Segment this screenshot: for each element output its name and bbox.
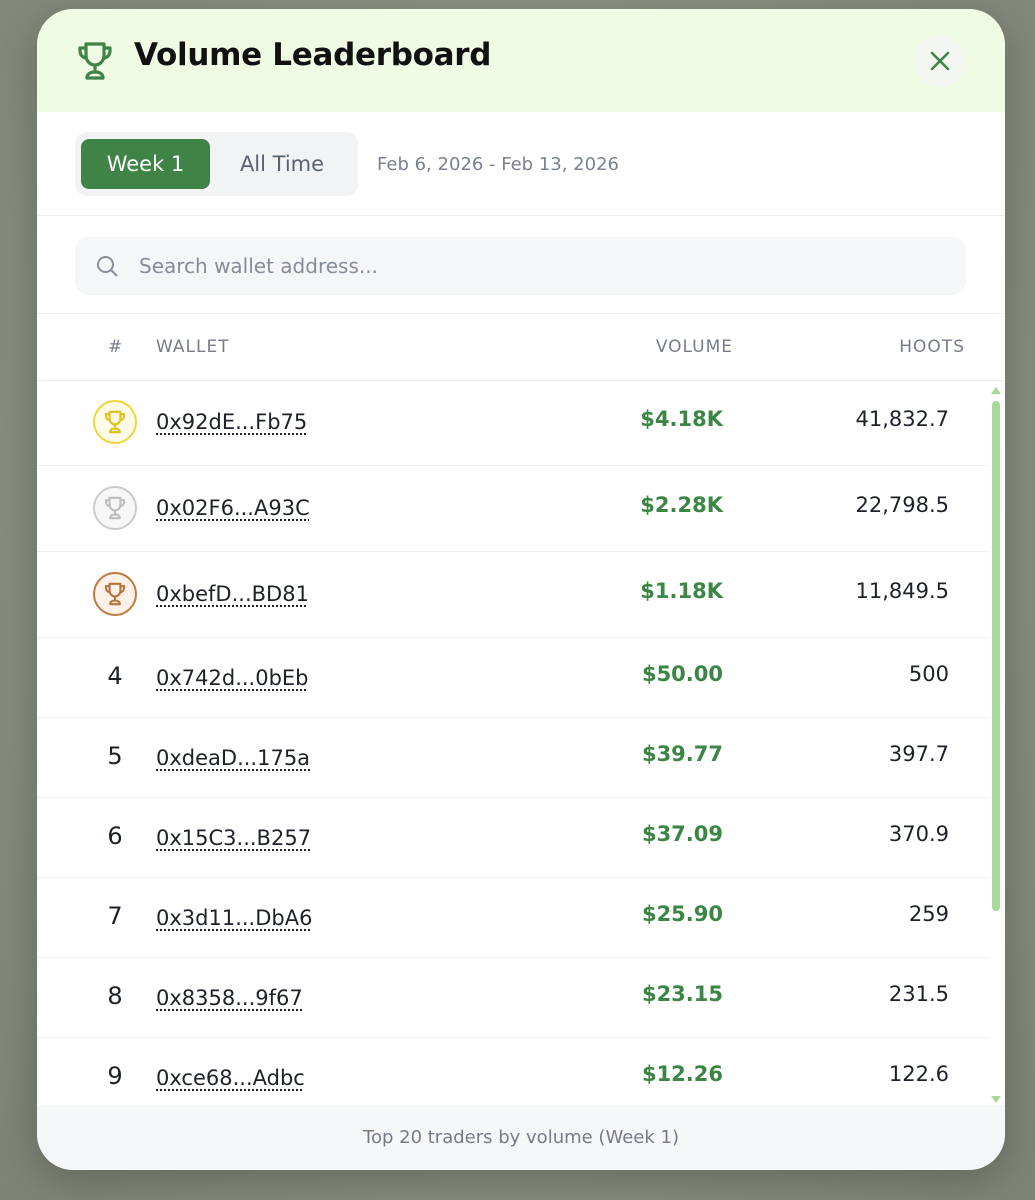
table-row[interactable]: 5 0xdeaD...175a $39.77 397.7 — [37, 718, 987, 798]
wallet-address-link[interactable]: 0xdeaD...175a — [156, 746, 310, 770]
scrollbar-thumb[interactable] — [992, 401, 1000, 911]
scrollbar[interactable] — [989, 387, 1003, 1103]
table-row[interactable]: 8 0x8358...9f67 $23.15 231.5 — [37, 958, 987, 1038]
hoots-value: 22,798.5 — [855, 493, 949, 517]
date-range: Feb 6, 2026 - Feb 13, 2026 — [377, 154, 619, 175]
hoots-value: 231.5 — [888, 982, 949, 1006]
rank-number: 7 — [107, 902, 123, 930]
hoots-value: 500 — [908, 662, 949, 686]
leaderboard-modal: Volume Leaderboard Week 1 All Time Feb 6… — [37, 9, 1005, 1170]
volume-value: $2.28K — [640, 493, 723, 517]
close-icon — [930, 51, 950, 71]
table-row[interactable]: 7 0x3d11...DbA6 $25.90 259 — [37, 878, 987, 958]
hoots-value: 397.7 — [888, 742, 949, 766]
rank-number: 8 — [107, 982, 123, 1010]
table-row[interactable]: 0x02F6...A93C $2.28K 22,798.5 — [37, 466, 987, 552]
bronze-medal-icon — [93, 572, 137, 616]
period-selector-row: Week 1 All Time Feb 6, 2026 - Feb 13, 20… — [37, 112, 1005, 216]
scroll-down-arrow-icon[interactable] — [991, 1096, 1001, 1103]
tab-all-time[interactable]: All Time — [212, 139, 352, 189]
search-input[interactable] — [139, 237, 939, 295]
volume-value: $12.26 — [641, 1062, 723, 1086]
trophy-icon — [104, 496, 126, 520]
wallet-address-link[interactable]: 0x742d...0bEb — [156, 666, 309, 690]
close-button[interactable] — [914, 35, 966, 87]
column-header-rank: # — [108, 337, 124, 357]
table-row[interactable]: 9 0xce68...Adbc $12.26 122.6 — [37, 1038, 987, 1105]
table-header: # WALLET VOLUME HOOTS — [37, 314, 1005, 381]
hoots-value: 259 — [908, 902, 949, 926]
column-header-wallet: WALLET — [156, 337, 230, 357]
wallet-address-link[interactable]: 0x3d11...DbA6 — [156, 906, 312, 930]
hoots-value: 41,832.7 — [855, 407, 949, 431]
modal-header: Volume Leaderboard — [37, 9, 1005, 112]
trophy-icon — [104, 582, 126, 606]
wallet-address-link[interactable]: 0x02F6...A93C — [156, 496, 310, 520]
rank-number: 5 — [107, 742, 123, 770]
volume-value: $23.15 — [641, 982, 723, 1006]
trophy-icon — [78, 42, 112, 80]
search-box[interactable] — [75, 237, 966, 295]
wallet-address-link[interactable]: 0x15C3...B257 — [156, 826, 311, 850]
search-row — [37, 216, 1005, 314]
wallet-address-link[interactable]: 0xce68...Adbc — [156, 1066, 305, 1090]
trophy-icon — [104, 410, 126, 434]
volume-value: $25.90 — [641, 902, 723, 926]
silver-medal-icon — [93, 486, 137, 530]
leaderboard-list[interactable]: 0x92dE...Fb75 $4.18K 41,832.7 0x02F6...A… — [37, 380, 1005, 1105]
column-header-volume[interactable]: VOLUME — [656, 337, 733, 357]
volume-value: $50.00 — [641, 662, 723, 686]
tab-week-1[interactable]: Week 1 — [81, 139, 210, 189]
hoots-value: 370.9 — [888, 822, 949, 846]
table-row[interactable]: 0xbefD...BD81 $1.18K 11,849.5 — [37, 552, 987, 638]
scroll-up-arrow-icon[interactable] — [991, 387, 1001, 394]
rank-number: 9 — [107, 1062, 123, 1090]
volume-value: $4.18K — [640, 407, 723, 431]
table-row[interactable]: 4 0x742d...0bEb $50.00 500 — [37, 638, 987, 718]
modal-title: Volume Leaderboard — [134, 37, 492, 73]
period-tabs: Week 1 All Time — [75, 132, 358, 196]
hoots-value: 11,849.5 — [855, 579, 949, 603]
rank-number: 6 — [107, 822, 123, 850]
volume-value: $1.18K — [640, 579, 723, 603]
wallet-address-link[interactable]: 0xbefD...BD81 — [156, 582, 309, 606]
volume-value: $39.77 — [641, 742, 723, 766]
hoots-value: 122.6 — [888, 1062, 949, 1086]
table-row[interactable]: 6 0x15C3...B257 $37.09 370.9 — [37, 798, 987, 878]
rank-number: 4 — [107, 662, 123, 690]
wallet-address-link[interactable]: 0x8358...9f67 — [156, 986, 303, 1010]
footer-caption: Top 20 traders by volume (Week 1) — [37, 1105, 1005, 1170]
column-header-hoots[interactable]: HOOTS — [899, 337, 965, 357]
gold-medal-icon — [93, 400, 137, 444]
volume-value: $37.09 — [641, 822, 723, 846]
search-icon — [97, 256, 118, 277]
table-row[interactable]: 0x92dE...Fb75 $4.18K 41,832.7 — [37, 380, 987, 466]
wallet-address-link[interactable]: 0x92dE...Fb75 — [156, 410, 307, 434]
